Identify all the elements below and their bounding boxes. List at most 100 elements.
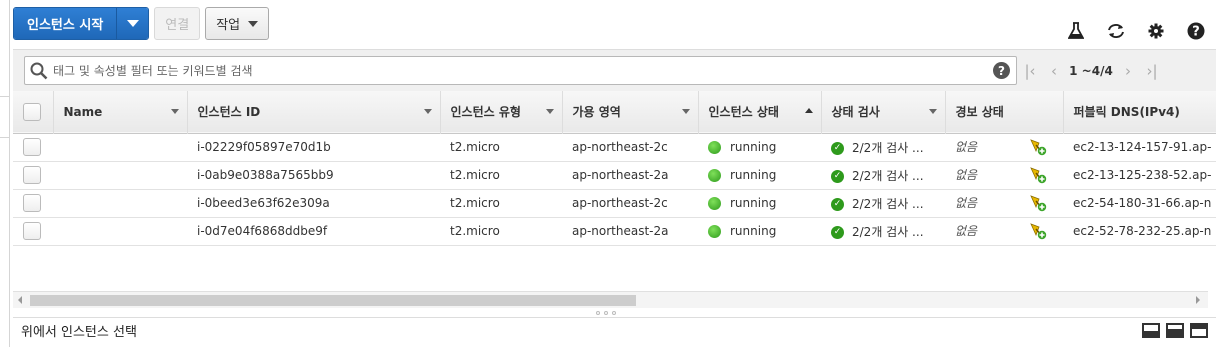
instance-state: running xyxy=(730,140,777,154)
panel-layout-medium-icon[interactable] xyxy=(1166,323,1184,338)
instance-state: running xyxy=(730,224,777,238)
row-select-cell xyxy=(13,133,53,161)
public-dns: ec2-13-125-238-52.ap- xyxy=(1073,168,1212,182)
instance-name xyxy=(53,217,187,245)
chevron-down-icon xyxy=(248,20,259,27)
row-checkbox[interactable] xyxy=(23,138,41,156)
status-checks: 2/2개 검사 ... xyxy=(852,196,924,211)
details-panel: 위에서 인스턴스 선택 xyxy=(13,317,1216,347)
public-dns: ec2-52-78-232-25.ap-n xyxy=(1073,224,1212,238)
actions-label: 작업 xyxy=(216,18,241,33)
scroll-right-icon[interactable] xyxy=(1196,296,1200,304)
left-frame-notch xyxy=(0,96,10,138)
details-placeholder-text: 위에서 인스턴스 선택 xyxy=(21,325,137,340)
actions-button[interactable]: 작업 xyxy=(205,7,270,40)
connect-button[interactable]: 연결 xyxy=(154,7,201,40)
pagination: |‹ ‹ 1 ~4/4 › ›| xyxy=(1018,56,1164,85)
availability-zone: ap-northeast-2a xyxy=(572,168,669,182)
create-alarm-icon[interactable] xyxy=(1029,194,1047,212)
instance-state: running xyxy=(730,168,777,182)
status-checks: 2/2개 검사 ... xyxy=(852,168,924,183)
running-status-icon xyxy=(708,169,721,182)
column-label: 퍼블릭 DNS(IPv4) xyxy=(1073,105,1180,120)
instance-name xyxy=(53,133,187,161)
chevron-down-icon xyxy=(126,20,139,27)
table-row[interactable]: i-02229f05897e70d1b t2.micro ap-northeas… xyxy=(13,133,1216,161)
sort-ascending-icon xyxy=(804,108,813,113)
table-row[interactable]: i-0ab9e0388a7565bb9 t2.micro ap-northeas… xyxy=(13,161,1216,189)
column-header-status-checks[interactable]: 상태 검사 xyxy=(821,91,946,133)
flask-icon[interactable] xyxy=(1056,20,1096,42)
instance-state-cell: running xyxy=(698,189,821,217)
last-page-icon[interactable]: ›| xyxy=(1140,62,1164,80)
panel-layout-small-icon[interactable] xyxy=(1142,323,1160,338)
column-header-availability-zone[interactable]: 가용 영역 xyxy=(562,91,699,133)
table-header-row: Name 인스턴스 ID 인스턴스 유형 가용 영역 인스턴스 상태 상태 검사… xyxy=(13,91,1216,133)
row-select-cell xyxy=(13,161,53,189)
horizontal-scrollbar[interactable] xyxy=(13,291,1208,308)
sort-icon xyxy=(681,109,690,114)
instances-table: Name 인스턴스 ID 인스턴스 유형 가용 영역 인스턴스 상태 상태 검사… xyxy=(13,91,1216,246)
column-header-alarm-status[interactable]: 경보 상태 xyxy=(945,91,1064,133)
page-range: 1 ~4/4 xyxy=(1069,63,1113,78)
running-status-icon xyxy=(708,197,721,210)
column-header-instance-state[interactable]: 인스턴스 상태 xyxy=(698,91,822,133)
launch-dropdown-button[interactable] xyxy=(116,8,149,39)
column-label: 인스턴스 상태 xyxy=(708,105,779,120)
scrollbar-thumb[interactable] xyxy=(30,295,636,306)
refresh-icon[interactable] xyxy=(1096,20,1136,42)
column-header-instance-type[interactable]: 인스턴스 유형 xyxy=(440,91,563,133)
launch-instance-button[interactable]: 인스턴스 시작 xyxy=(14,8,117,39)
instance-type: t2.micro xyxy=(450,224,500,238)
prev-page-icon[interactable]: ‹ xyxy=(1042,62,1066,80)
alarm-status: 없음 xyxy=(955,223,978,238)
left-frame xyxy=(0,0,10,347)
status-checks: 2/2개 검사 ... xyxy=(852,140,924,155)
sort-icon xyxy=(928,109,937,114)
alarm-status-cell: 없음 xyxy=(945,161,1063,189)
row-select-cell xyxy=(13,189,53,217)
instance-name xyxy=(53,189,187,217)
status-checks-cell: ✓ 2/2개 검사 ... xyxy=(821,217,945,245)
availability-zone: ap-northeast-2c xyxy=(572,140,668,154)
row-checkbox[interactable] xyxy=(23,222,41,240)
next-page-icon[interactable]: › xyxy=(1116,62,1140,80)
instance-name xyxy=(53,161,187,189)
panel-layout-maximize-icon[interactable] xyxy=(1190,323,1208,338)
column-header-public-dns[interactable]: 퍼블릭 DNS(IPv4) xyxy=(1063,91,1216,133)
select-all-checkbox[interactable] xyxy=(23,102,41,121)
public-dns: ec2-13-124-157-91.ap- xyxy=(1073,140,1212,154)
column-header-name[interactable]: Name xyxy=(53,91,188,133)
column-header-instance-id[interactable]: 인스턴스 ID xyxy=(187,91,441,133)
table-row[interactable]: i-0beed3e63f62e309a t2.micro ap-northeas… xyxy=(13,189,1216,217)
row-checkbox[interactable] xyxy=(23,166,41,184)
column-label: 인스턴스 유형 xyxy=(450,105,521,120)
sort-icon xyxy=(545,109,554,114)
availability-zone: ap-northeast-2c xyxy=(572,196,668,210)
toolbar: 인스턴스 시작 연결 작업 xyxy=(13,7,270,40)
top-icon-bar: ? xyxy=(1056,20,1216,42)
panel-resize-handle[interactable] xyxy=(596,311,616,315)
scroll-left-icon[interactable] xyxy=(18,296,22,304)
instance-id: i-0ab9e0388a7565bb9 xyxy=(197,168,334,182)
filter-bar: ? |‹ ‹ 1 ~4/4 › ›| xyxy=(13,49,1216,91)
status-checks-cell: ✓ 2/2개 검사 ... xyxy=(821,133,945,161)
alarm-status-cell: 없음 xyxy=(945,189,1063,217)
gear-icon[interactable] xyxy=(1136,20,1176,42)
alarm-status: 없음 xyxy=(955,195,978,210)
first-page-icon[interactable]: |‹ xyxy=(1018,62,1042,80)
help-icon[interactable]: ? xyxy=(1176,20,1216,42)
search-input[interactable] xyxy=(53,63,993,78)
table-row[interactable]: i-0d7e04f6868ddbe9f t2.micro ap-northeas… xyxy=(13,217,1216,245)
search-box: ? xyxy=(24,56,1017,85)
create-alarm-icon[interactable] xyxy=(1029,222,1047,240)
row-checkbox[interactable] xyxy=(23,194,41,212)
check-passed-icon: ✓ xyxy=(831,225,844,239)
create-alarm-icon[interactable] xyxy=(1029,138,1047,156)
instance-state-cell: running xyxy=(698,217,821,245)
filter-help-icon[interactable]: ? xyxy=(993,62,1010,79)
public-dns: ec2-54-180-31-66.ap-n xyxy=(1073,196,1212,210)
create-alarm-icon[interactable] xyxy=(1029,166,1047,184)
availability-zone: ap-northeast-2a xyxy=(572,224,669,238)
column-label: Name xyxy=(63,104,103,119)
